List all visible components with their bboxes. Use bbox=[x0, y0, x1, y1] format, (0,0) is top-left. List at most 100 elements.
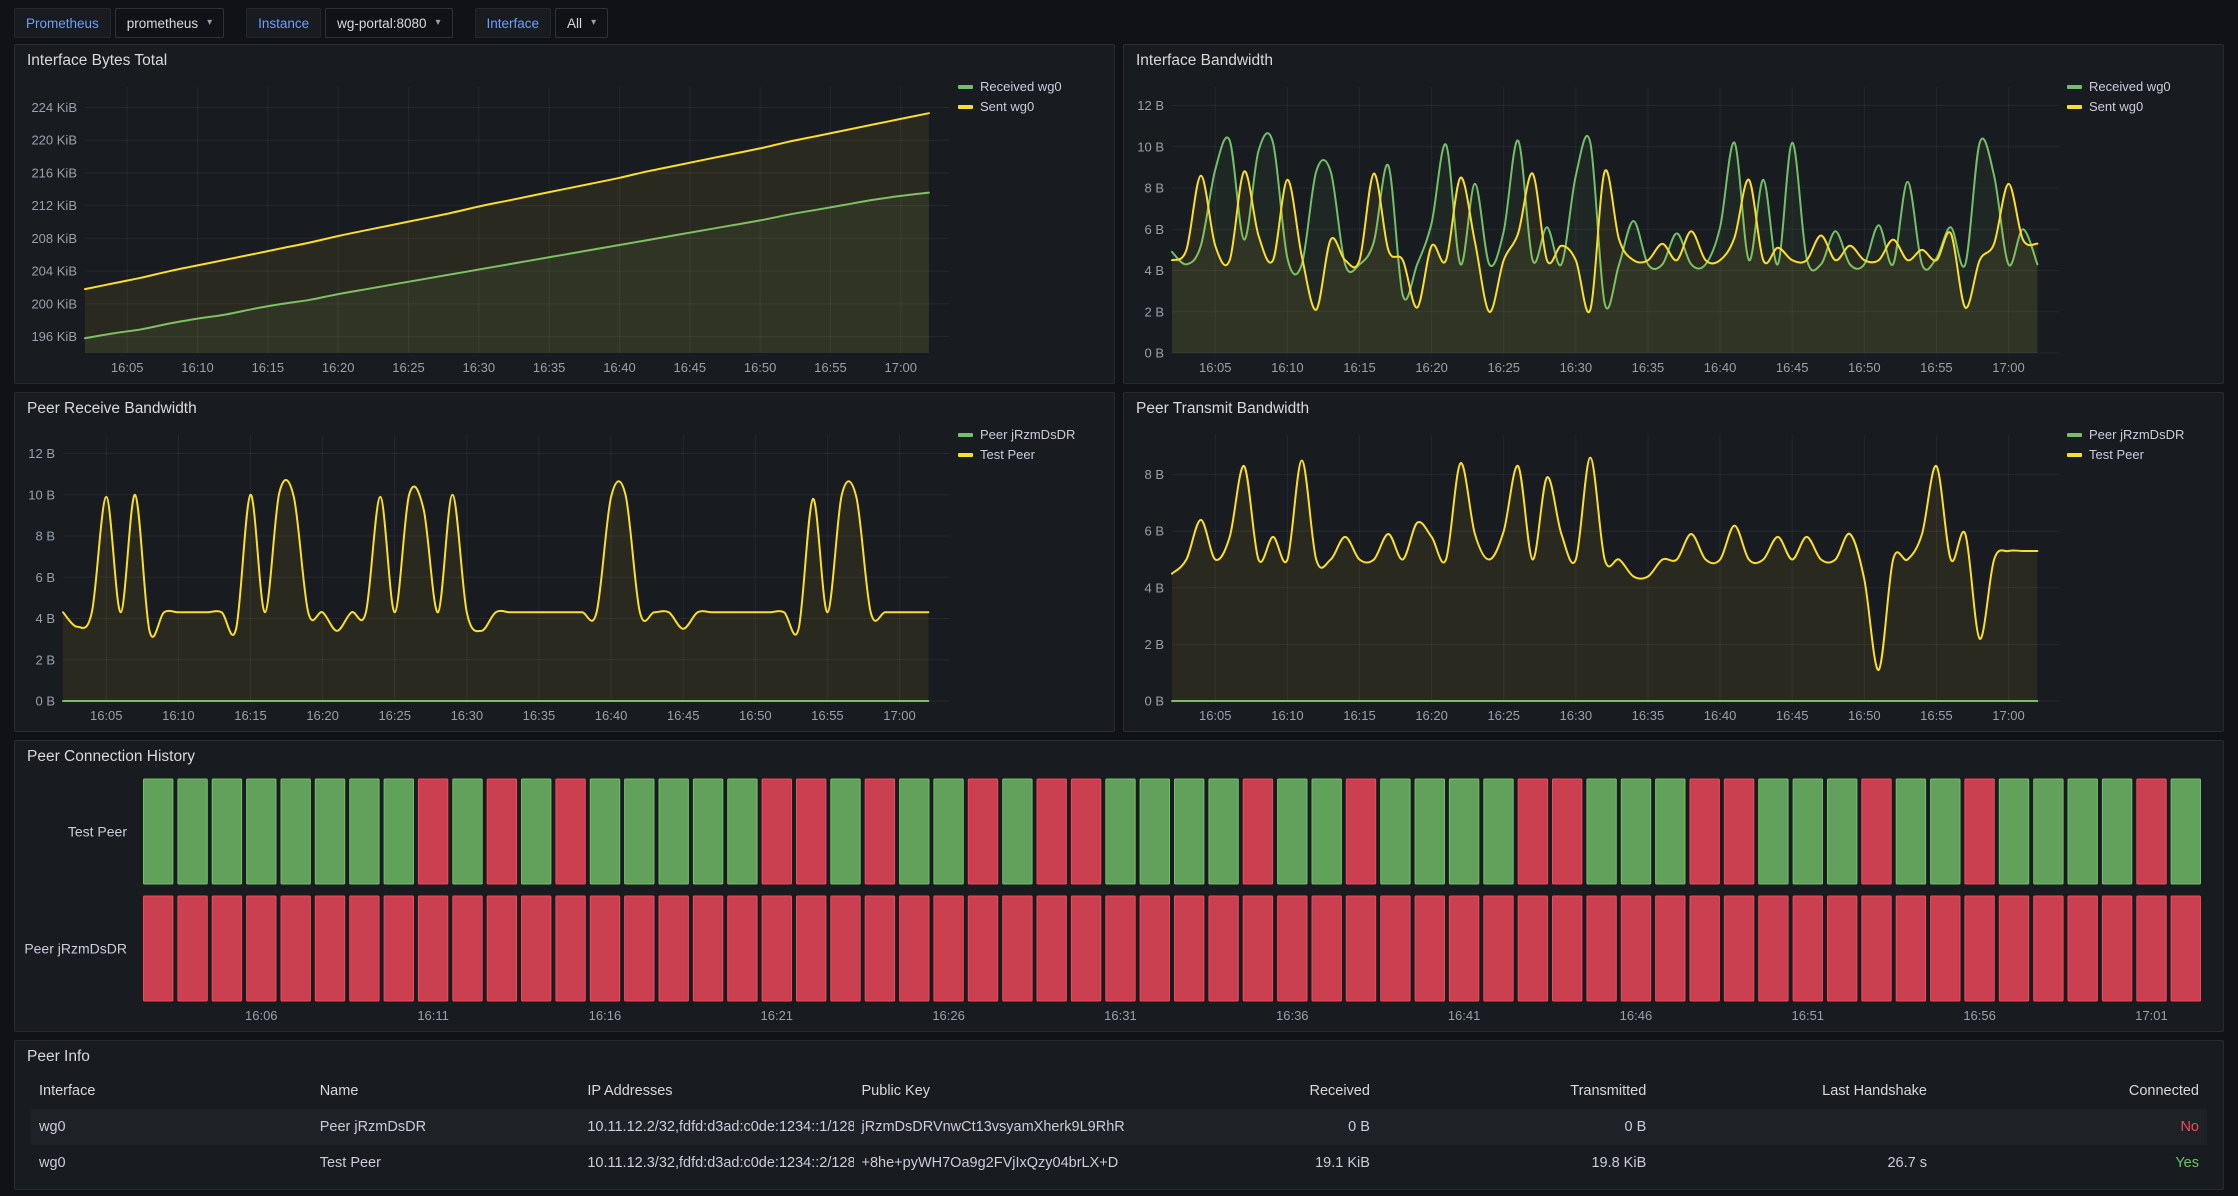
variable-dropdown-interface[interactable]: All▾ bbox=[555, 8, 608, 38]
column-header-connected[interactable]: Connected bbox=[1935, 1073, 2207, 1109]
svg-text:16:20: 16:20 bbox=[306, 708, 339, 723]
panel-peer-info: Peer Info InterfaceNameIP AddressesPubli… bbox=[14, 1040, 2224, 1190]
svg-text:196 KiB: 196 KiB bbox=[31, 329, 77, 344]
svg-text:16:45: 16:45 bbox=[667, 708, 700, 723]
panel-row-2: Peer Receive Bandwidth 0 B2 B4 B6 B8 B10… bbox=[14, 392, 2224, 732]
column-header-interface[interactable]: Interface bbox=[31, 1073, 312, 1109]
svg-text:16:45: 16:45 bbox=[1776, 360, 1809, 375]
table-row: wg0Peer jRzmDsDR10.11.12.2/32,fdfd:d3ad:… bbox=[31, 1109, 2207, 1145]
variable-label-interface[interactable]: Interface bbox=[475, 8, 552, 38]
svg-text:16:35: 16:35 bbox=[533, 360, 566, 375]
column-header-public-key[interactable]: Public Key bbox=[854, 1073, 1146, 1109]
variable-dropdown-prometheus[interactable]: prometheus▾ bbox=[115, 8, 224, 38]
svg-text:12 B: 12 B bbox=[1137, 98, 1164, 113]
svg-text:0 B: 0 B bbox=[35, 694, 55, 709]
svg-text:16:45: 16:45 bbox=[1776, 708, 1809, 723]
svg-text:16:35: 16:35 bbox=[523, 708, 556, 723]
column-header-received[interactable]: Received bbox=[1145, 1073, 1378, 1109]
svg-text:16:30: 16:30 bbox=[463, 360, 496, 375]
legend-item-test-peer[interactable]: Test Peer bbox=[2067, 447, 2144, 462]
cell-connected: No bbox=[1935, 1109, 2207, 1145]
svg-text:16:50: 16:50 bbox=[739, 708, 772, 723]
svg-text:16:25: 16:25 bbox=[378, 708, 411, 723]
column-header-name[interactable]: Name bbox=[312, 1073, 580, 1109]
column-header-transmitted[interactable]: Transmitted bbox=[1378, 1073, 1654, 1109]
svg-text:16:26: 16:26 bbox=[932, 1008, 965, 1023]
panel-header[interactable]: Interface Bytes Total bbox=[15, 45, 1114, 77]
svg-text:16:20: 16:20 bbox=[1415, 708, 1448, 723]
legend-label: Received wg0 bbox=[980, 79, 1062, 94]
svg-text:16:30: 16:30 bbox=[451, 708, 484, 723]
panel-header[interactable]: Peer Connection History bbox=[15, 741, 2223, 773]
svg-text:16:16: 16:16 bbox=[589, 1008, 622, 1023]
legend: Received wg0 Sent wg0 bbox=[958, 77, 1108, 379]
panel-header[interactable]: Peer Transmit Bandwidth bbox=[1124, 393, 2223, 425]
svg-text:16:05: 16:05 bbox=[90, 708, 123, 723]
legend: Peer jRzmDsDR Test Peer bbox=[958, 425, 1108, 727]
variable-dropdown-instance[interactable]: wg-portal:8080▾ bbox=[325, 8, 452, 38]
cell-transmitted: 19.8 KiB bbox=[1378, 1145, 1654, 1181]
variable-prometheus: Prometheusprometheus▾ bbox=[14, 8, 224, 38]
peer-receive-bandwidth-chart[interactable]: 0 B2 B4 B6 B8 B10 B12 B16:0516:1016:1516… bbox=[21, 425, 958, 727]
panel-title: Peer Transmit Bandwidth bbox=[1136, 400, 1309, 418]
panel-title: Peer Receive Bandwidth bbox=[27, 400, 197, 418]
cell-public-key: +8he+pyWH7Oa9g2FVjIxQzy04brLX+D bbox=[854, 1145, 1146, 1181]
svg-text:16:40: 16:40 bbox=[1704, 360, 1737, 375]
panel-header[interactable]: Peer Info bbox=[15, 1041, 2223, 1073]
svg-text:16:55: 16:55 bbox=[1920, 708, 1953, 723]
legend-label: Peer jRzmDsDR bbox=[980, 427, 1075, 442]
legend-item-sent-wg0[interactable]: Sent wg0 bbox=[2067, 99, 2143, 114]
legend-swatch bbox=[958, 85, 973, 89]
svg-text:8 B: 8 B bbox=[35, 529, 55, 544]
legend-swatch bbox=[2067, 453, 2082, 457]
cell-name: Peer jRzmDsDR bbox=[312, 1109, 580, 1145]
svg-text:2 B: 2 B bbox=[1144, 637, 1164, 652]
svg-text:16:25: 16:25 bbox=[1487, 360, 1520, 375]
panel-peer-receive-bandwidth: Peer Receive Bandwidth 0 B2 B4 B6 B8 B10… bbox=[14, 392, 1115, 732]
svg-text:16:35: 16:35 bbox=[1632, 708, 1665, 723]
panel-title: Peer Info bbox=[27, 1048, 90, 1066]
peer-connection-history-timeline[interactable]: Test PeerPeer jRzmDsDR16:0616:1116:1616:… bbox=[21, 773, 2217, 1027]
svg-text:16:21: 16:21 bbox=[761, 1008, 794, 1023]
svg-text:208 KiB: 208 KiB bbox=[31, 231, 77, 246]
legend-label: Received wg0 bbox=[2089, 79, 2171, 94]
cell-interface: wg0 bbox=[31, 1145, 312, 1181]
panel-title: Interface Bytes Total bbox=[27, 52, 167, 70]
chevron-down-icon: ▾ bbox=[435, 18, 440, 28]
legend-item-peer-jrzmdsdr[interactable]: Peer jRzmDsDR bbox=[958, 427, 1075, 442]
svg-text:16:10: 16:10 bbox=[162, 708, 195, 723]
svg-text:16:25: 16:25 bbox=[1487, 708, 1520, 723]
svg-text:17:01: 17:01 bbox=[2135, 1008, 2168, 1023]
column-header-last-handshake[interactable]: Last Handshake bbox=[1654, 1073, 1935, 1109]
legend-label: Peer jRzmDsDR bbox=[2089, 427, 2184, 442]
svg-text:16:55: 16:55 bbox=[811, 708, 844, 723]
legend-item-received-wg0[interactable]: Received wg0 bbox=[958, 79, 1062, 94]
table-row: wg0Test Peer10.11.12.3/32,fdfd:d3ad:c0de… bbox=[31, 1145, 2207, 1181]
interface-bandwidth-chart[interactable]: 0 B2 B4 B6 B8 B10 B12 B16:0516:1016:1516… bbox=[1130, 77, 2067, 379]
svg-text:Peer jRzmDsDR: Peer jRzmDsDR bbox=[24, 941, 127, 957]
peer-transmit-bandwidth-chart[interactable]: 0 B2 B4 B6 B8 B16:0516:1016:1516:2016:25… bbox=[1130, 425, 2067, 727]
table-header-row: InterfaceNameIP AddressesPublic KeyRecei… bbox=[31, 1073, 2207, 1109]
svg-text:16:10: 16:10 bbox=[181, 360, 214, 375]
cell-received: 19.1 KiB bbox=[1145, 1145, 1378, 1181]
svg-text:17:00: 17:00 bbox=[883, 708, 916, 723]
svg-text:16:10: 16:10 bbox=[1271, 708, 1304, 723]
legend-swatch bbox=[958, 433, 973, 437]
svg-text:Test Peer: Test Peer bbox=[68, 824, 127, 840]
legend-item-received-wg0[interactable]: Received wg0 bbox=[2067, 79, 2171, 94]
interface-bytes-total-chart[interactable]: 196 KiB200 KiB204 KiB208 KiB212 KiB216 K… bbox=[21, 77, 958, 379]
legend: Peer jRzmDsDR Test Peer bbox=[2067, 425, 2217, 727]
cell-name: Test Peer bbox=[312, 1145, 580, 1181]
svg-text:200 KiB: 200 KiB bbox=[31, 296, 77, 311]
variable-label-instance[interactable]: Instance bbox=[246, 8, 321, 38]
cell-transmitted: 0 B bbox=[1378, 1109, 1654, 1145]
panel-header[interactable]: Interface Bandwidth bbox=[1124, 45, 2223, 77]
legend-item-sent-wg0[interactable]: Sent wg0 bbox=[958, 99, 1034, 114]
panel-peer-transmit-bandwidth: Peer Transmit Bandwidth 0 B2 B4 B6 B8 B1… bbox=[1123, 392, 2224, 732]
legend-swatch bbox=[2067, 105, 2082, 109]
variable-label-prometheus[interactable]: Prometheus bbox=[14, 8, 111, 38]
legend-item-test-peer[interactable]: Test Peer bbox=[958, 447, 1035, 462]
column-header-ip-addresses[interactable]: IP Addresses bbox=[579, 1073, 853, 1109]
legend-item-peer-jrzmdsdr[interactable]: Peer jRzmDsDR bbox=[2067, 427, 2184, 442]
panel-header[interactable]: Peer Receive Bandwidth bbox=[15, 393, 1114, 425]
